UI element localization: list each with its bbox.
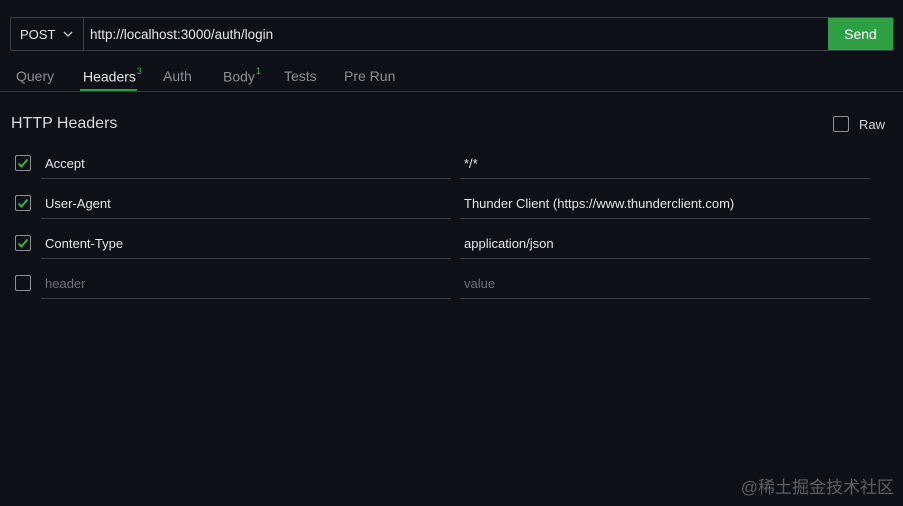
tab-pre-run[interactable]: Pre Run [344, 68, 395, 84]
header-key-input[interactable]: User-Agent [41, 180, 451, 219]
header-value-input[interactable]: */* [460, 140, 870, 179]
raw-label: Raw [859, 116, 886, 132]
url-input[interactable] [84, 18, 828, 50]
method-select[interactable]: POST [11, 18, 84, 50]
check-icon [17, 198, 29, 208]
thunder-client-request-panel: POST Send Query Headers3 Auth Body1 Test… [0, 0, 903, 506]
section-title: HTTP Headers [11, 115, 118, 132]
raw-checkbox[interactable] [833, 116, 849, 132]
header-row: Content-Type application/json [0, 220, 903, 260]
header-value-input[interactable]: value [460, 260, 870, 299]
tab-auth[interactable]: Auth [163, 68, 192, 84]
tab-headers[interactable]: Headers3 [83, 66, 142, 85]
header-key-input[interactable]: Accept [41, 140, 451, 179]
header-checkbox[interactable] [15, 195, 31, 211]
active-tab-indicator [80, 89, 137, 91]
tab-badge: 3 [136, 66, 142, 76]
header-checkbox[interactable] [15, 235, 31, 251]
watermark: @稀土掘金技术社区 [740, 478, 894, 497]
tab-label: Auth [163, 68, 192, 84]
header-value-input[interactable]: application/json [460, 220, 870, 259]
header-checkbox[interactable] [15, 155, 31, 171]
header-row-empty: header value [0, 260, 903, 300]
raw-toggle[interactable]: Raw [833, 116, 885, 132]
check-icon [17, 238, 29, 248]
header-key-input[interactable]: Content-Type [41, 220, 451, 259]
header-value-input[interactable]: Thunder Client (https://www.thunderclien… [460, 180, 870, 219]
tab-label: Headers [83, 68, 136, 85]
tab-body[interactable]: Body1 [223, 66, 261, 85]
tab-label: Query [16, 68, 55, 84]
chevron-down-icon [63, 31, 73, 37]
header-row: User-Agent Thunder Client (https://www.t… [0, 180, 903, 220]
tab-label: Body [223, 68, 255, 85]
header-key-input[interactable]: header [41, 260, 451, 299]
request-tabs: Query Headers3 Auth Body1 Tests Pre Run [0, 64, 903, 92]
url-bar: POST Send [10, 17, 894, 51]
tab-label: Tests [284, 68, 317, 84]
tab-label: Pre Run [344, 68, 396, 84]
header-checkbox[interactable] [15, 275, 31, 291]
check-icon [17, 158, 29, 168]
method-label: POST [20, 26, 56, 42]
header-row: Accept */* [0, 140, 903, 180]
tab-tests[interactable]: Tests [284, 68, 317, 84]
tab-badge: 1 [255, 66, 261, 76]
send-button[interactable]: Send [828, 18, 893, 50]
tab-query[interactable]: Query [16, 68, 54, 84]
